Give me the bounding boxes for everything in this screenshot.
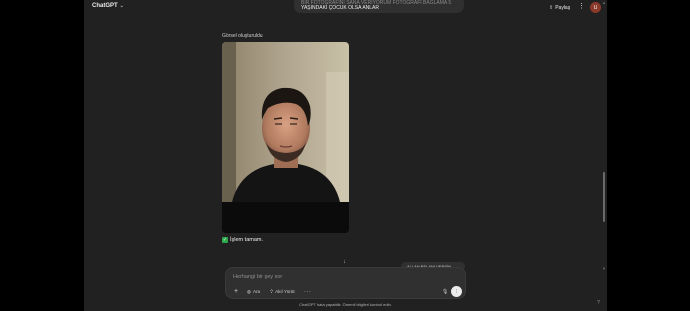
prompt-input[interactable] — [233, 272, 433, 281]
right-letterbox — [607, 0, 690, 311]
lightbulb-icon: 💡︎ — [270, 289, 274, 294]
plus-icon[interactable]: + — [234, 287, 238, 296]
user-message-line: YAŞINDAKİ ÇOCUK OLSA ANLAR — [301, 5, 379, 11]
portrait-photo — [222, 42, 349, 233]
think-label: Akıl Yürüt — [275, 289, 295, 294]
globe-icon: ◍ — [247, 288, 251, 294]
scroll-down-arrow-icon[interactable]: ↓ — [343, 259, 346, 265]
think-button[interactable]: 💡︎ Akıl Yürüt — [270, 287, 295, 296]
share-up-icon: ⇧ — [549, 5, 554, 11]
chat-window: ChatGPT ⌄ ⇧ Paylaş ⋮ U BIR FOTOĞRAFINI S… — [84, 0, 607, 311]
composer: + ◍ Ara 💡︎ Akıl Yürüt ··· 🎙︎ ⫶ — [225, 267, 466, 299]
search-label: Ara — [252, 289, 260, 294]
model-label: ChatGPT — [92, 3, 118, 9]
share-button[interactable]: ⇧ Paylaş — [545, 3, 574, 13]
share-label: Paylaş — [555, 5, 571, 11]
left-letterbox — [0, 0, 84, 311]
generated-image[interactable] — [222, 42, 349, 233]
scrollbar-thumb[interactable] — [603, 172, 605, 222]
avatar[interactable]: U — [590, 2, 601, 13]
user-message-bubble: BIR FOTOĞRAFINI SANA VERIYORUM FOTOĞRAFI… — [294, 0, 464, 13]
scroll-down-icon[interactable]: ▼ — [602, 266, 606, 271]
help-button[interactable]: ? — [597, 300, 600, 306]
mic-icon[interactable]: 🎙︎ — [442, 287, 448, 296]
checkmark-icon: ✓ — [222, 237, 228, 243]
status-text: İşlem tamam. — [230, 237, 264, 243]
model-selector-button[interactable]: ChatGPT ⌄ — [92, 3, 124, 9]
status-row: ✓ İşlem tamam. — [222, 237, 263, 243]
disclaimer: ChatGPT hata yapabilir. Önemli bilgileri… — [299, 302, 392, 307]
voice-mode-icon[interactable]: ⫶ — [451, 286, 462, 297]
kebab-icon[interactable]: ⋮ — [578, 2, 585, 12]
generated-image-label: Görsel oluşturuldu — [222, 33, 263, 39]
search-button[interactable]: ◍ Ara — [247, 287, 260, 296]
chevron-down-icon: ⌄ — [119, 3, 124, 9]
scroll-up-icon[interactable]: ▲ — [602, 0, 606, 5]
more-tools-button[interactable]: ··· — [304, 287, 312, 296]
